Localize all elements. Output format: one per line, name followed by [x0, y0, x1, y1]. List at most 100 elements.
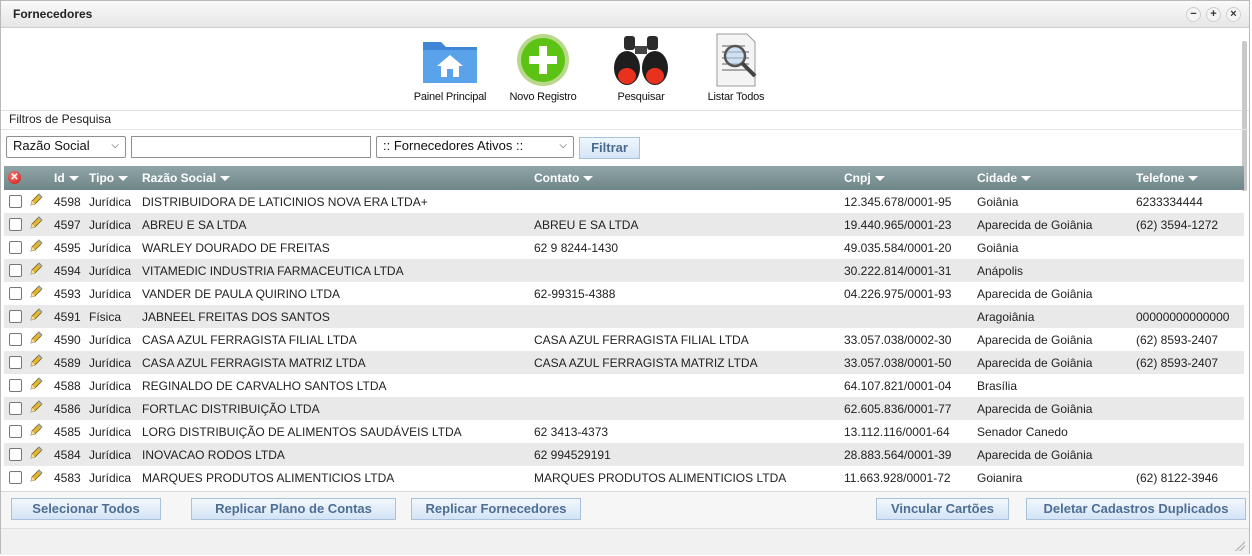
cell-razao-social: VITAMEDIC INDUSTRIA FARMACEUTICA LTDA [142, 264, 404, 278]
toolbar-label: Listar Todos [707, 91, 765, 103]
table-row[interactable]: 4589 Jurídica CASA AZUL FERRAGISTA MATRIZ … [4, 351, 1244, 374]
row-checkbox[interactable] [9, 448, 22, 461]
column-header-tipo[interactable]: Tipo [89, 171, 129, 185]
window-titlebar[interactable]: Fornecedores − + × [1, 1, 1249, 28]
column-header-id[interactable]: Id [54, 171, 79, 185]
table-row[interactable]: 4597 Jurídica ABREU E SA LTDA ABREU E SA LT… [4, 213, 1244, 236]
table-row[interactable]: 4593 Jurídica VANDER DE PAULA QUIRINO LTDA… [4, 282, 1244, 305]
column-header-cnpj[interactable]: Cnpj [844, 171, 885, 185]
cell-tipo: Jurídica [89, 241, 132, 255]
toolbar-painel-principal[interactable]: Painel Principal [405, 32, 495, 103]
table-row[interactable]: 4584 Jurídica INOVACAO RODOS LTDA 62 994529… [4, 443, 1244, 466]
cell-cnpj: 28.883.564/0001-39 [844, 448, 952, 462]
cell-cnpj: 04.226.975/0001-93 [844, 287, 952, 301]
row-checkbox[interactable] [9, 379, 22, 392]
cell-id: 4594 [54, 264, 81, 278]
edit-pencil-icon[interactable] [29, 354, 43, 368]
cell-razao-social: ABREU E SA LTDA [142, 218, 247, 232]
edit-pencil-icon[interactable] [29, 400, 43, 414]
resize-grip-icon[interactable] [1235, 541, 1245, 551]
status-select-value: :: Fornecedores Ativos :: [383, 138, 524, 153]
table-row[interactable]: 4595 Jurídica WARLEY DOURADO DE FREITAS 62 … [4, 236, 1244, 259]
edit-pencil-icon[interactable] [29, 285, 43, 299]
close-icon[interactable]: × [1226, 7, 1241, 22]
toolbar-novo-registro[interactable]: Novo Registro [498, 32, 588, 103]
maximize-icon[interactable]: + [1206, 7, 1221, 22]
link-cards-button[interactable]: Vincular Cartões [876, 498, 1009, 520]
cell-telefone: (62) 8593-2407 [1136, 356, 1219, 370]
row-checkbox[interactable] [9, 471, 22, 484]
cell-cidade: Brasília [977, 379, 1018, 393]
delete-duplicates-button[interactable]: Deletar Cadastros Duplicados [1026, 498, 1246, 520]
status-select[interactable]: :: Fornecedores Ativos :: ⌵ [376, 136, 574, 158]
column-header-cidade[interactable]: Cidade [977, 171, 1032, 185]
row-checkbox[interactable] [9, 241, 22, 254]
row-checkbox[interactable] [9, 195, 22, 208]
cell-id: 4590 [54, 333, 81, 347]
table-row[interactable]: 4591 Física JABNEEL FREITAS DOS SANTOS Arag… [4, 305, 1244, 328]
table-row[interactable]: 4588 Jurídica REGINALDO DE CARVALHO SANTOS… [4, 374, 1244, 397]
edit-pencil-icon[interactable] [29, 377, 43, 391]
cell-id: 4597 [54, 218, 81, 232]
edit-pencil-icon[interactable] [29, 308, 43, 322]
cell-id: 4585 [54, 425, 81, 439]
table-row[interactable]: 4598 Jurídica DISTRIBUIDORA DE LATICINIOS … [4, 190, 1244, 213]
cell-cnpj: 49.035.584/0001-20 [844, 241, 952, 255]
toolbar-pesquisar[interactable]: Pesquisar [596, 32, 686, 103]
cell-cidade: Aparecida de Goiânia [977, 356, 1093, 370]
main-toolbar: Painel Principal Novo Registro Pesquisar [1, 28, 1249, 111]
filters-label: Filtros de Pesquisa [9, 112, 112, 126]
cell-razao-social: FORTLAC DISTRIBUIÇÃO LTDA [142, 402, 320, 416]
filter-field-select[interactable]: Razão Social ⌵ [6, 136, 126, 158]
edit-pencil-icon[interactable] [29, 423, 43, 437]
cell-contato: CASA AZUL FERRAGISTA FILIAL LTDA [534, 333, 749, 347]
cell-razao-social: INOVACAO RODOS LTDA [142, 448, 285, 462]
column-header-contato[interactable]: Contato [534, 171, 594, 185]
row-checkbox[interactable] [9, 310, 22, 323]
row-checkbox[interactable] [9, 264, 22, 277]
cell-razao-social: DISTRIBUIDORA DE LATICINIOS NOVA ERA LTD… [142, 195, 428, 209]
cell-tipo: Jurídica [89, 264, 132, 278]
delete-selected-icon[interactable]: ✕ [8, 171, 21, 184]
cell-cidade: Goiânia [977, 195, 1019, 209]
row-checkbox[interactable] [9, 425, 22, 438]
table-row[interactable]: 4590 Jurídica CASA AZUL FERRAGISTA FILIAL … [4, 328, 1244, 351]
row-checkbox[interactable] [9, 356, 22, 369]
table-row[interactable]: 4583 Jurídica MARQUES PRODUTOS ALIMENTICIO… [4, 466, 1244, 489]
cell-razao-social: WARLEY DOURADO DE FREITAS [142, 241, 330, 255]
search-input[interactable] [131, 136, 371, 158]
row-checkbox[interactable] [9, 218, 22, 231]
grid-header: ✕ Id Tipo Razão Social Contato Cnpj Cida… [4, 166, 1244, 190]
row-checkbox[interactable] [9, 402, 22, 415]
cell-cidade: Aragoiânia [977, 310, 1035, 324]
cell-tipo: Jurídica [89, 287, 132, 301]
cell-id: 4593 [54, 287, 81, 301]
edit-pencil-icon[interactable] [29, 216, 43, 230]
minimize-icon[interactable]: − [1186, 7, 1201, 22]
replicate-suppliers-button[interactable]: Replicar Fornecedores [411, 498, 581, 520]
add-circle-icon [517, 34, 569, 86]
cell-telefone: 6233334444 [1136, 195, 1203, 209]
replicate-accounts-button[interactable]: Replicar Plano de Contas [191, 498, 396, 520]
toolbar-listar-todos[interactable]: Listar Todos [691, 32, 781, 103]
suppliers-grid: ✕ Id Tipo Razão Social Contato Cnpj Cida… [4, 166, 1244, 489]
edit-pencil-icon[interactable] [29, 239, 43, 253]
cell-razao-social: VANDER DE PAULA QUIRINO LTDA [142, 287, 341, 301]
table-row[interactable]: 4585 Jurídica LORG DISTRIBUIÇÃO DE ALIMENT… [4, 420, 1244, 443]
edit-pencil-icon[interactable] [29, 446, 43, 460]
edit-pencil-icon[interactable] [29, 469, 43, 483]
table-row[interactable]: 4594 Jurídica VITAMEDIC INDUSTRIA FARMACEU… [4, 259, 1244, 282]
edit-pencil-icon[interactable] [29, 193, 43, 207]
cell-contato: 62 9 8244-1430 [534, 241, 619, 255]
cell-contato: 62 994529191 [534, 448, 611, 462]
row-checkbox[interactable] [9, 333, 22, 346]
table-row[interactable]: 4586 Jurídica FORTLAC DISTRIBUIÇÃO LTDA 62.… [4, 397, 1244, 420]
column-header-telefone[interactable]: Telefone [1136, 171, 1199, 185]
edit-pencil-icon[interactable] [29, 331, 43, 345]
edit-pencil-icon[interactable] [29, 262, 43, 276]
select-all-button[interactable]: Selecionar Todos [11, 498, 161, 520]
row-checkbox[interactable] [9, 287, 22, 300]
filter-button[interactable]: Filtrar [579, 137, 640, 159]
column-header-razao-social[interactable]: Razão Social [142, 171, 231, 185]
cell-cnpj: 64.107.821/0001-04 [844, 379, 952, 393]
